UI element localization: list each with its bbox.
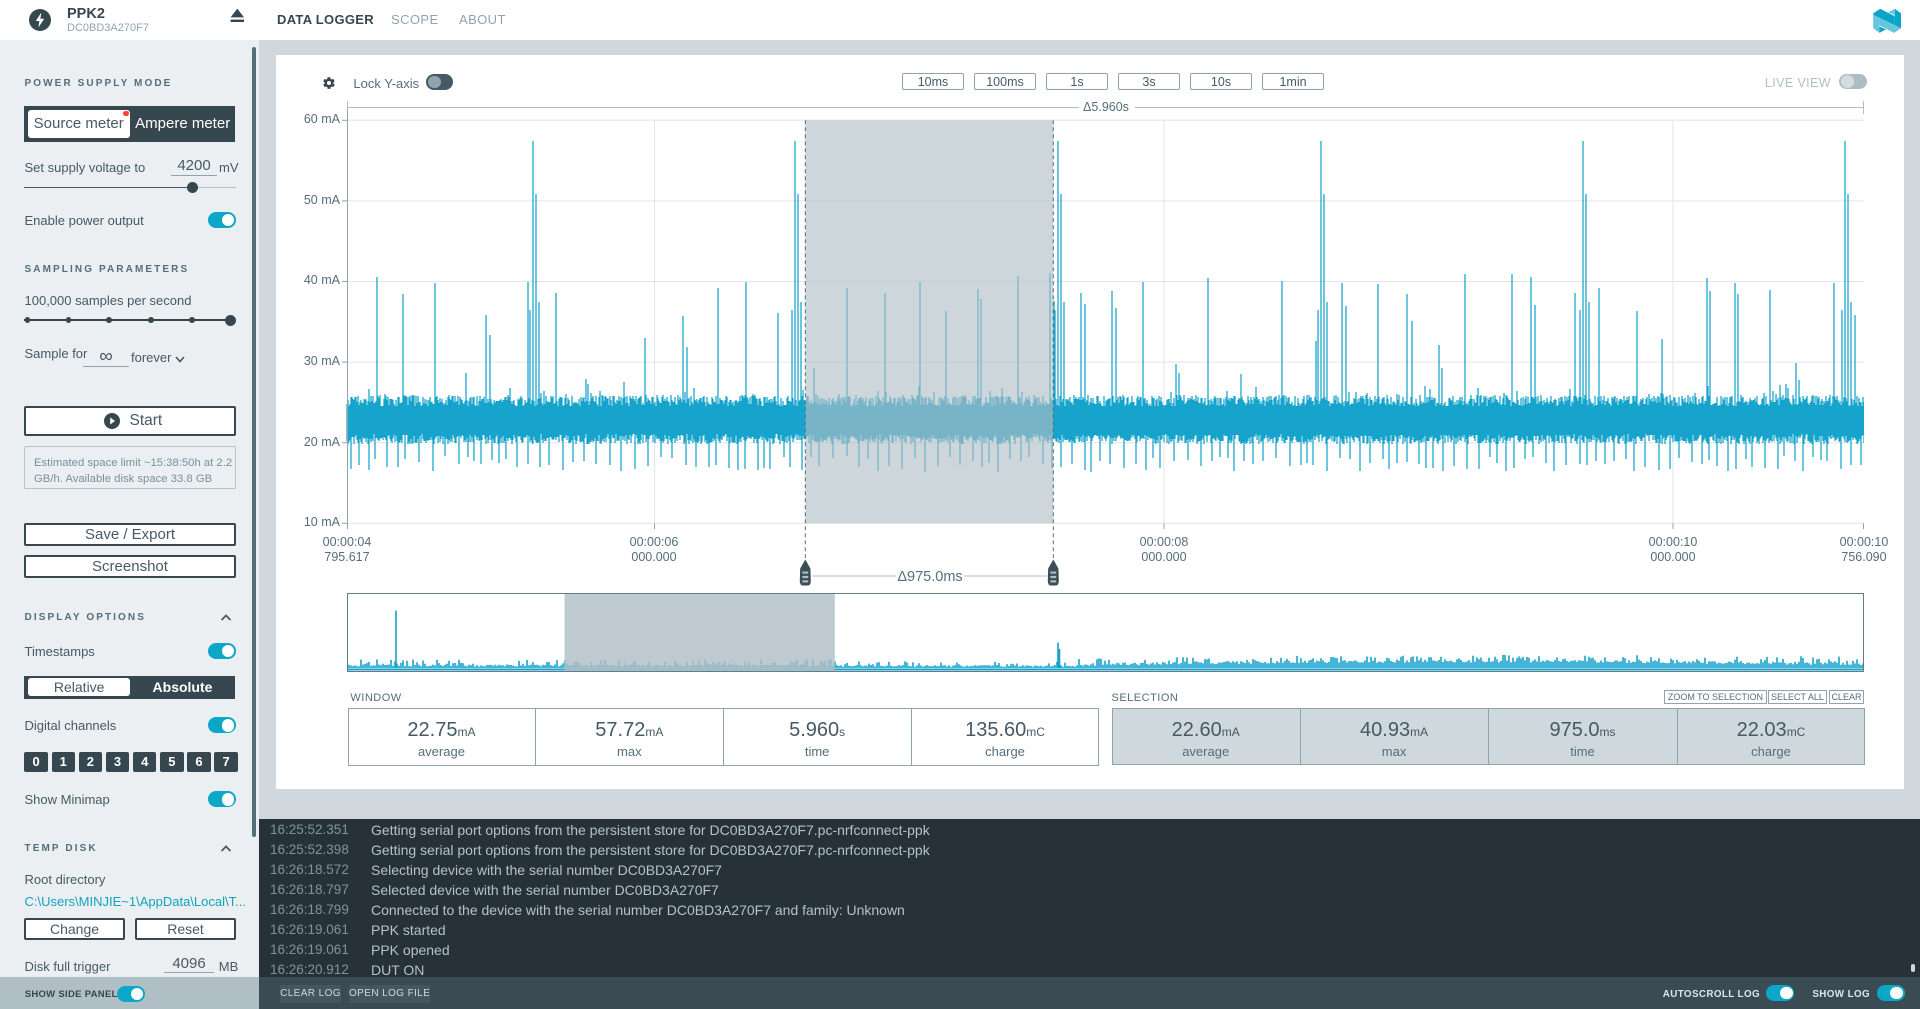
svg-text:Δ975.0ms: Δ975.0ms: [897, 569, 962, 585]
